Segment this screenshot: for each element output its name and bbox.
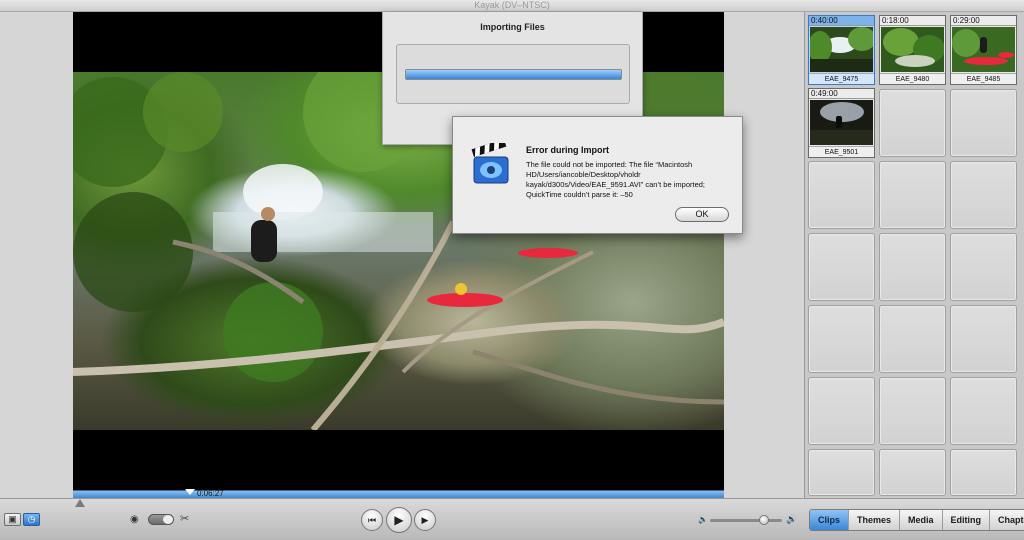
- play-icon: ▶: [394, 513, 404, 527]
- fullscreen-play-button[interactable]: ▶: [414, 509, 436, 531]
- tab-editing[interactable]: Editing: [943, 510, 991, 530]
- clip-item[interactable]: 0:49:00 EAE_9501: [808, 88, 875, 158]
- empty-clip-slot[interactable]: [950, 305, 1017, 373]
- fullscreen-play-icon: ▶: [421, 514, 429, 525]
- empty-clip-slot[interactable]: [950, 161, 1017, 229]
- clip-duration: 0:29:00: [951, 16, 1016, 26]
- timeline-viewer-icon: ◷: [27, 514, 36, 524]
- clip-item[interactable]: 0:29:00 EAE_9485: [950, 15, 1017, 85]
- window-title: Kayak (DV–NTSC): [474, 0, 550, 10]
- clip-thumbnail: [881, 27, 944, 72]
- empty-clip-slot[interactable]: [808, 377, 875, 445]
- import-progress-box: [396, 44, 630, 104]
- volume-slider-track[interactable]: [710, 519, 782, 522]
- clip-thumbnail: [810, 100, 873, 145]
- tab-themes[interactable]: Themes: [849, 510, 901, 530]
- imovie-clapper-icon: [471, 143, 509, 184]
- volume-low-icon: 🔈: [698, 515, 708, 524]
- empty-clip-slot[interactable]: [808, 161, 875, 229]
- empty-clip-slot[interactable]: [879, 233, 946, 301]
- volume-slider-knob[interactable]: [759, 515, 769, 525]
- clip-duration: 0:18:00: [880, 16, 945, 26]
- clip-name: EAE_9485: [951, 73, 1016, 84]
- empty-clip-slot[interactable]: [950, 89, 1017, 157]
- scrubber-start-marker[interactable]: [75, 499, 85, 507]
- tab-clips[interactable]: Clips: [810, 510, 850, 530]
- clip-name: EAE_9475: [809, 73, 874, 84]
- clip-item[interactable]: 0:18:00 EAE_9480: [879, 15, 946, 85]
- tab-media[interactable]: Media: [900, 510, 943, 530]
- clips-pane: 0:40:00 EAE_9475 0:18:00 EAE_9480 0:29:0…: [804, 12, 1024, 498]
- empty-clip-slot[interactable]: [879, 161, 946, 229]
- empty-clip-slot[interactable]: [879, 305, 946, 373]
- empty-clip-slot[interactable]: [950, 449, 1017, 496]
- empty-clip-slot[interactable]: [950, 233, 1017, 301]
- rewind-button[interactable]: ⏮: [361, 509, 383, 531]
- empty-clip-slot[interactable]: [808, 233, 875, 301]
- falls: [213, 164, 433, 252]
- ok-button[interactable]: OK: [675, 207, 729, 222]
- empty-clip-slot[interactable]: [950, 377, 1017, 445]
- empty-clip-slot[interactable]: [879, 89, 946, 157]
- import-progress-bar: [405, 69, 622, 80]
- camera-edit-mode-switch[interactable]: [148, 514, 174, 525]
- error-message: The file could not be imported: The file…: [526, 160, 706, 199]
- import-progress-fill: [406, 70, 621, 79]
- mode-switch-knob[interactable]: [163, 515, 173, 524]
- clip-item[interactable]: 0:40:00 EAE_9475: [808, 15, 875, 85]
- clip-name: EAE_9501: [809, 146, 874, 157]
- empty-clip-slot[interactable]: [879, 449, 946, 496]
- panel-tab-bar: Clips Themes Media Editing Chapters: [809, 509, 1024, 531]
- clip-name: EAE_9480: [880, 73, 945, 84]
- camera-icon: ◉: [130, 514, 139, 525]
- empty-clip-slot[interactable]: [808, 305, 875, 373]
- clip-thumbnail: [952, 27, 1015, 72]
- play-button[interactable]: ▶: [386, 507, 412, 533]
- clip-duration: 0:40:00: [809, 16, 874, 26]
- tab-chapters[interactable]: Chapters: [990, 510, 1024, 530]
- clip-viewer-icon: ▣: [8, 514, 17, 524]
- title-bar: Kayak (DV–NTSC): [0, 0, 1024, 12]
- playhead-marker[interactable]: [185, 489, 195, 495]
- clip-viewer-button[interactable]: ▣: [4, 513, 21, 526]
- clip-duration: 0:49:00: [809, 89, 874, 99]
- clip-thumbnail: [810, 27, 873, 72]
- error-dialog: Error during Import The file could not b…: [452, 116, 743, 234]
- error-title: Error during Import: [526, 145, 609, 155]
- empty-clip-slot[interactable]: [879, 377, 946, 445]
- timeline-scrubber[interactable]: [73, 490, 724, 498]
- scissors-icon[interactable]: ✂: [180, 512, 189, 525]
- empty-clip-slot[interactable]: [808, 449, 875, 496]
- import-title: Importing Files: [480, 22, 545, 32]
- volume-high-icon: 🔊: [786, 514, 798, 524]
- rewind-icon: ⏮: [367, 514, 377, 525]
- timeline-viewer-button[interactable]: ◷: [23, 513, 40, 526]
